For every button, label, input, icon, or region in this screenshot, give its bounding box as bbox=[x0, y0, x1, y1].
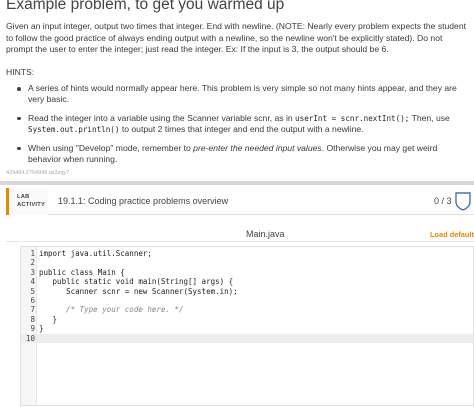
editor-toolbar: Main.java Load default te bbox=[6, 226, 474, 242]
line-number: 4 bbox=[30, 277, 35, 287]
code-text: } bbox=[39, 314, 58, 324]
lab-activity-badge: LAB ACTIVITY bbox=[6, 188, 48, 215]
hint-emphasis: pre-enter the needed input values bbox=[193, 142, 322, 153]
line-number: 7 bbox=[30, 305, 35, 315]
activity-id: 429484.2764948.qx3zqy7 bbox=[6, 170, 70, 176]
badge-line-2: ACTIVITY bbox=[17, 202, 46, 208]
code-editor[interactable]: 1 import java.util.Scanner; 2 3 public class… bbox=[20, 246, 474, 406]
line-number: 8 bbox=[30, 314, 35, 324]
code-line[interactable]: 3 public class Main { bbox=[21, 268, 473, 277]
hint-code: userInt = scnr.nextInt(); bbox=[295, 113, 410, 123]
section-divider bbox=[0, 181, 474, 185]
lab-title: 19.1.1: Coding practice problems overvie… bbox=[58, 196, 229, 206]
code-text: import java.util.Scanner; bbox=[39, 249, 152, 258]
line-number: 3 bbox=[30, 267, 35, 277]
hint-code: System.out.println() bbox=[28, 125, 120, 135]
line-number: 5 bbox=[30, 286, 35, 296]
code-line[interactable]: 5 Scanner scnr = new Scanner(System.in); bbox=[21, 287, 473, 296]
line-number: 1 bbox=[30, 249, 35, 258]
hint-text: When using "Develop" mode, remember to bbox=[28, 142, 194, 153]
code-text: Scanner scnr = new Scanner(System.in); bbox=[39, 286, 238, 296]
code-text: /* Type your code here. */ bbox=[39, 305, 184, 315]
line-number: 9 bbox=[30, 324, 35, 334]
hint-item: When using "Develop" mode, remember to p… bbox=[17, 142, 470, 166]
hints-heading: HINTS: bbox=[6, 67, 35, 77]
code-line[interactable]: 4 public static void main(String[] args)… bbox=[21, 277, 473, 286]
hint-text: to output 2 times that integer and end t… bbox=[119, 124, 364, 135]
lab-activity-header: LAB ACTIVITY 19.1.1: Coding practice pro… bbox=[6, 188, 474, 215]
code-line[interactable]: 7 /* Type your code here. */ bbox=[21, 305, 473, 314]
load-default-template-button[interactable]: Load default te bbox=[430, 230, 474, 239]
hint-text: Read the integer into a variable using t… bbox=[28, 112, 296, 123]
hint-item: Read the integer into a variable using t… bbox=[17, 112, 470, 136]
code-line[interactable]: 9} bbox=[21, 324, 473, 333]
score-text: 0 / 3 bbox=[434, 196, 452, 206]
hints-list: A series of hints would normally appear … bbox=[17, 83, 470, 172]
hint-item: A series of hints would normally appear … bbox=[17, 83, 470, 106]
code-line[interactable]: 1 import java.util.Scanner; bbox=[21, 249, 473, 258]
code-line[interactable]: 10 bbox=[21, 333, 473, 343]
completion-shield-icon bbox=[455, 192, 471, 211]
line-number: 6 bbox=[30, 296, 35, 305]
line-number: 2 bbox=[30, 258, 35, 268]
badge-line-1: LAB bbox=[17, 194, 30, 200]
code-line[interactable]: 8 } bbox=[21, 315, 473, 324]
file-tab-main-java[interactable]: Main.java bbox=[246, 229, 285, 239]
code-text: public static void main(String[] args) { bbox=[39, 277, 234, 287]
hint-text: A series of hints would normally appear … bbox=[28, 83, 457, 105]
problem-description: Given an input integer, output two times… bbox=[6, 21, 467, 55]
code-text: } bbox=[39, 324, 44, 334]
code-line[interactable]: 6 bbox=[21, 296, 473, 305]
code-text: public class Main { bbox=[39, 267, 125, 277]
line-number: 10 bbox=[25, 333, 35, 343]
code-line[interactable]: 2 bbox=[21, 258, 473, 267]
page-title: Example problem, to get you warmed up bbox=[6, 0, 285, 13]
hint-text: Then, use bbox=[409, 112, 450, 123]
